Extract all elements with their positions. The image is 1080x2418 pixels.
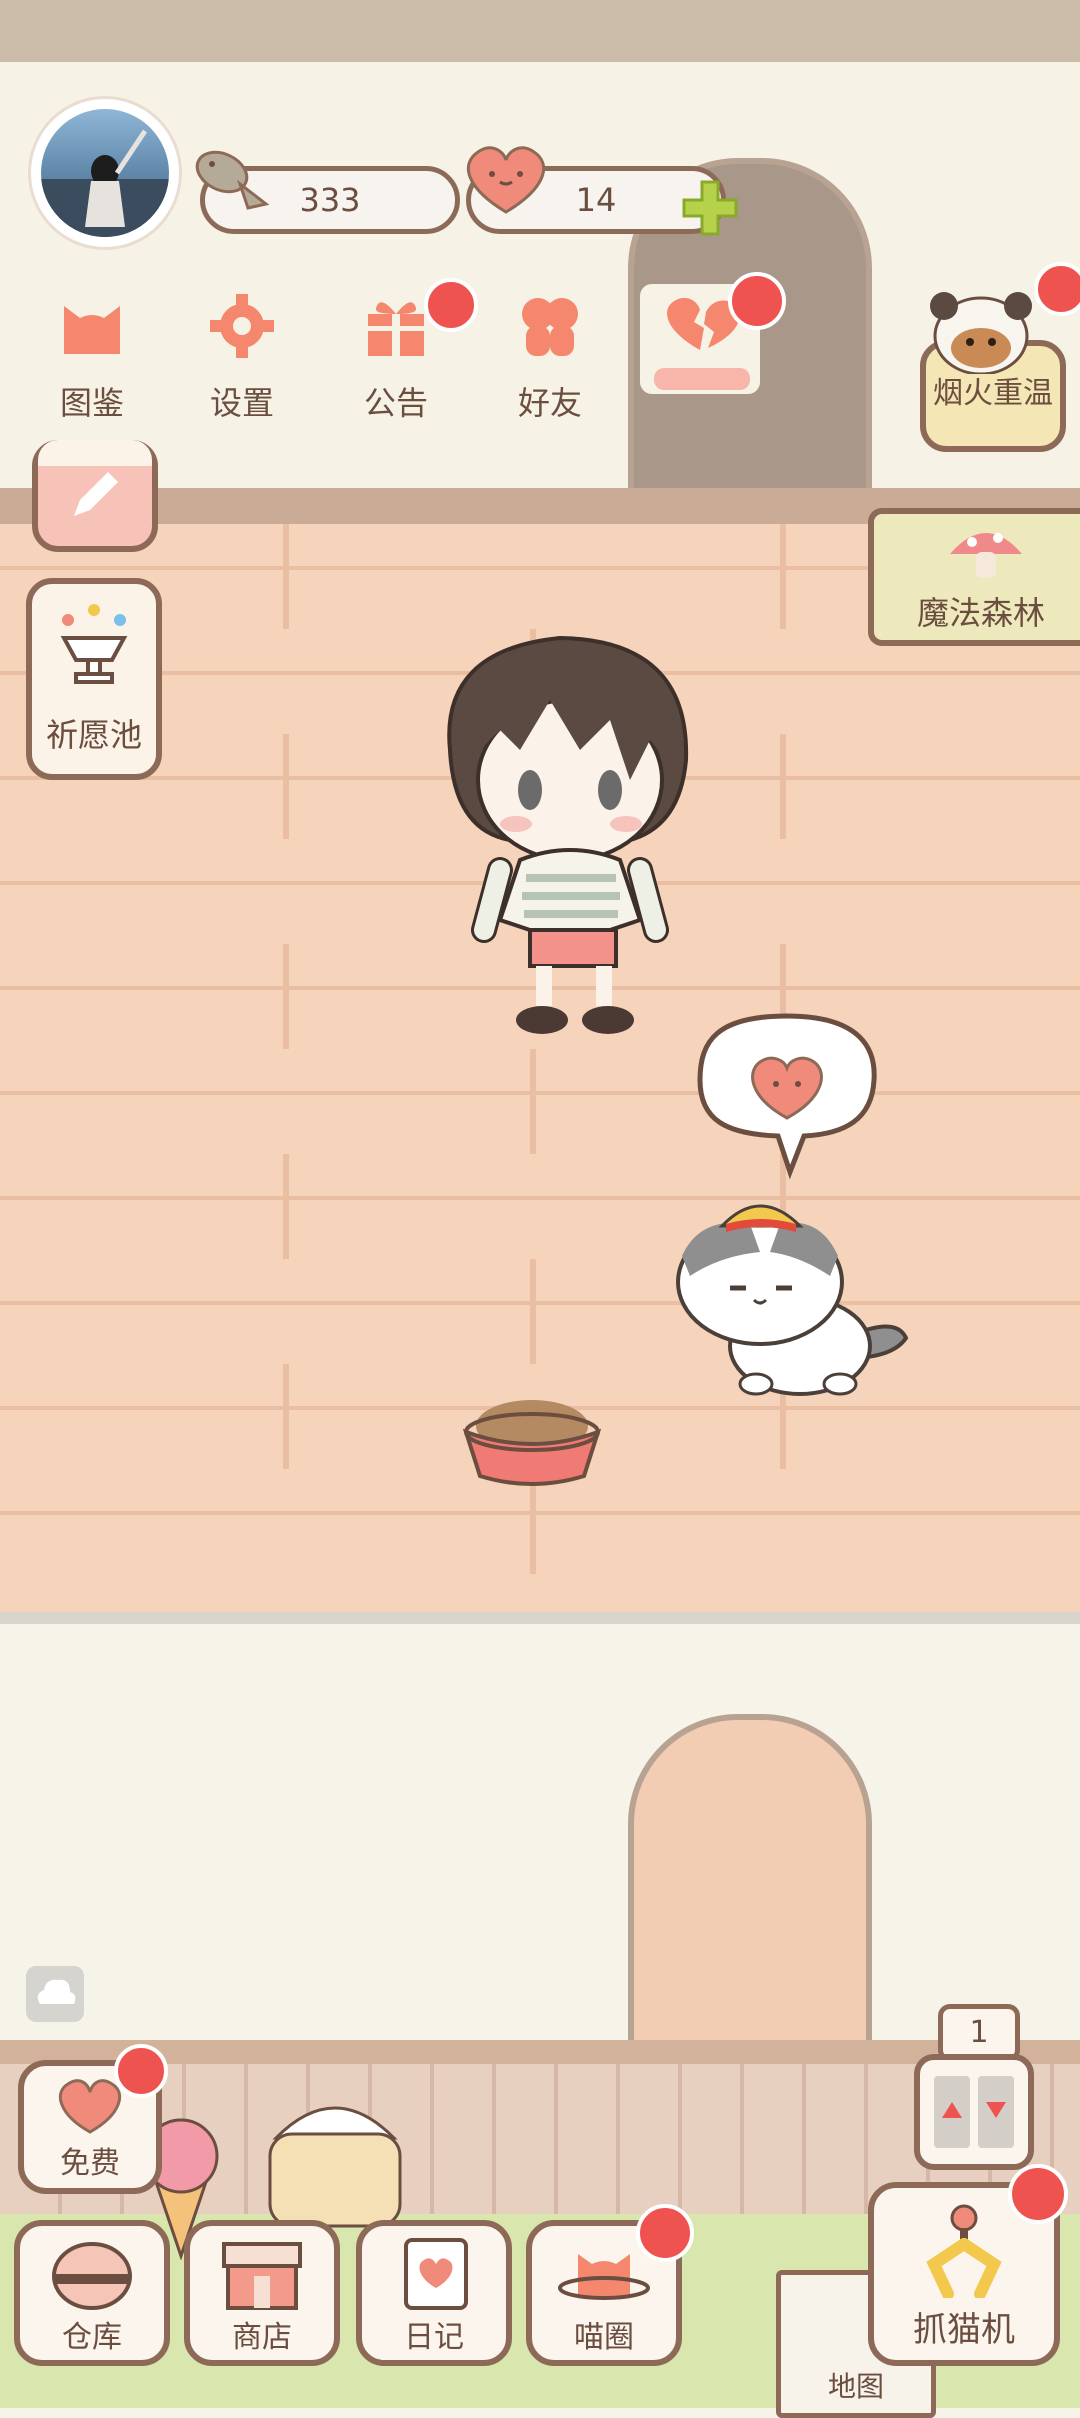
player-avatar[interactable] [28, 96, 182, 250]
lower-wall [0, 1624, 1080, 2044]
storage-button[interactable]: 仓库 [14, 2220, 170, 2366]
claw-machine-badge [1008, 2164, 1068, 2224]
claw-icon [926, 2204, 1002, 2298]
calendar-pencil-icon [74, 472, 118, 516]
menu-announcements-label: 公告 [363, 384, 428, 422]
add-hearts-button[interactable] [678, 176, 742, 240]
heart-face-icon [58, 2079, 122, 2134]
cat-head-icon [64, 306, 120, 354]
wishing-well-button[interactable]: 祈愿池 [26, 578, 162, 780]
gear-icon [210, 294, 274, 358]
floor-edge [0, 1612, 1080, 1624]
fireworks-event-badge [1034, 262, 1080, 316]
menu-collection[interactable]: 图鉴 [32, 290, 152, 422]
chat-bubble-toggle[interactable] [26, 1966, 84, 2022]
diary-button[interactable]: 日记 [356, 2220, 512, 2366]
shop-icon [222, 2242, 302, 2310]
elevator-up-icon[interactable] [940, 2100, 964, 2120]
free-reward-badge [114, 2044, 168, 2098]
cloud-icon [37, 1979, 76, 2004]
gift-icon [368, 302, 424, 356]
diary-calendar-button[interactable] [32, 440, 158, 552]
wishing-well-icon [60, 604, 128, 684]
friends-icon [522, 298, 578, 356]
cat-speech-bubble[interactable] [694, 1010, 880, 1180]
magic-forest-banner[interactable]: 魔法森林 [868, 508, 1080, 646]
shop-button[interactable]: 商店 [184, 2220, 340, 2366]
player-character[interactable] [430, 630, 720, 1050]
elevator-down-icon[interactable] [984, 2100, 1008, 2120]
lower-doorway[interactable] [628, 1714, 872, 2072]
elevator-panel[interactable]: 1 [914, 2004, 1034, 2170]
panda-raccoon-icon [930, 292, 1032, 374]
magic-forest-label: 魔法森林 [916, 594, 1045, 632]
cat-circle-label: 喵圈 [574, 2320, 634, 2355]
diary-label: 日记 [404, 2320, 464, 2355]
cat-food-bowl[interactable] [460, 1386, 604, 1490]
event-hearts-badge [728, 272, 786, 330]
claw-machine-label: 抓猫机 [913, 2310, 1015, 2350]
free-reward-label: 免费 [60, 2146, 120, 2181]
fish-icon [188, 142, 272, 214]
announcements-badge [424, 278, 478, 332]
cat-circle-badge [636, 2204, 694, 2262]
cat-planet-icon [558, 2254, 650, 2300]
mushroom-icon [950, 533, 1022, 578]
fireworks-event-label: 烟火重温 [933, 376, 1053, 411]
rice-sack-decoration [268, 2106, 402, 2228]
menu-friends[interactable]: 好友 [490, 290, 610, 422]
storage-icon [52, 2242, 132, 2310]
menu-settings[interactable]: 设置 [182, 290, 302, 422]
cat-character[interactable] [670, 1196, 910, 1402]
avatar-photo [41, 109, 169, 237]
map-label: 地图 [827, 2370, 884, 2403]
menu-collection-label: 图鉴 [59, 384, 124, 422]
notebook-icon [404, 2238, 468, 2310]
menu-friends-label: 好友 [517, 384, 582, 422]
wishing-well-label: 祈愿池 [45, 716, 142, 754]
storage-label: 仓库 [62, 2320, 122, 2355]
menu-settings-label: 设置 [209, 384, 274, 422]
top-wall-strip [0, 0, 1080, 62]
event-progress-bar [654, 368, 750, 390]
heart-icon [456, 138, 556, 218]
shop-label: 商店 [232, 2320, 292, 2355]
